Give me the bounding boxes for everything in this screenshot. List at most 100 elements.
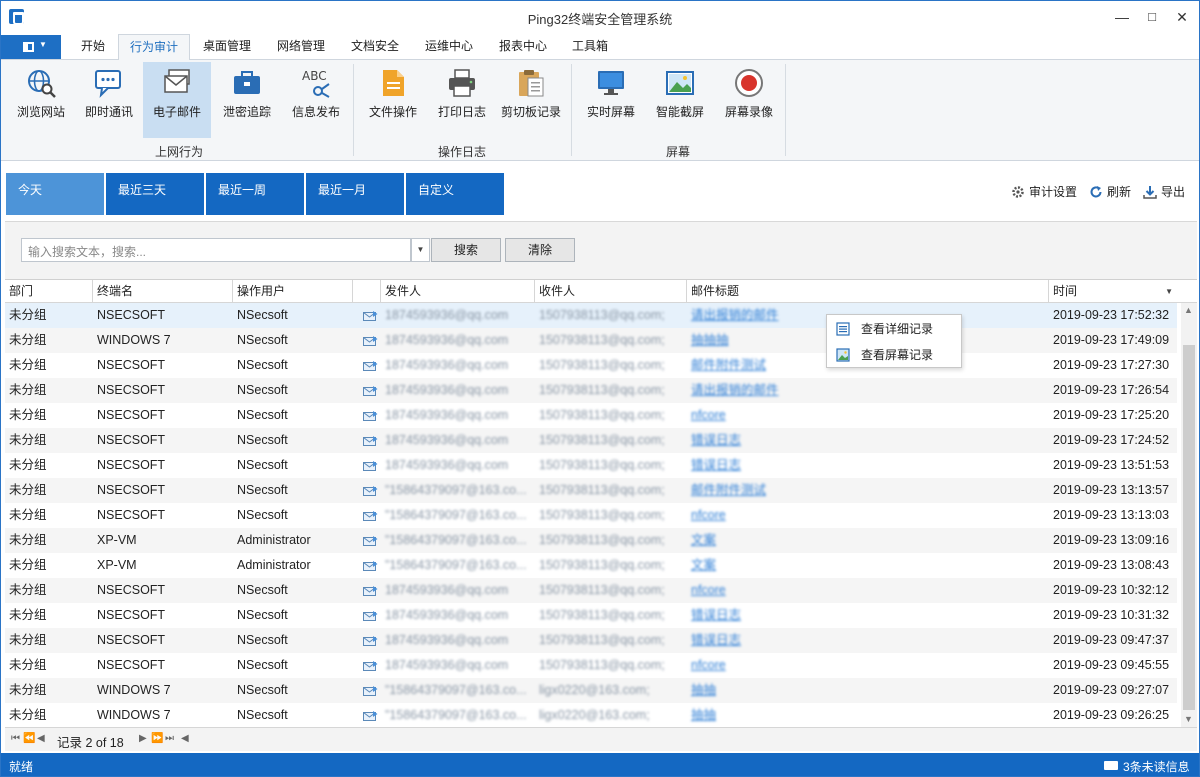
col-time[interactable]: 时间 ▼ xyxy=(1049,280,1181,303)
unread-messages[interactable]: 3条未读信息 xyxy=(1123,758,1190,775)
cell-subject[interactable]: 抽抽 xyxy=(687,678,1049,703)
table-row[interactable]: 未分组 NSECSOFT NSecsoft 1874593936@qq.com 1507… xyxy=(5,578,1177,603)
table-row[interactable]: 未分组 NSECSOFT NSecsoft "15864379097@163.co..… xyxy=(5,503,1177,528)
info-publish-button[interactable]: ABC 信息发布 xyxy=(283,62,349,138)
tab-ops-center[interactable]: 运维中心 xyxy=(413,34,485,60)
col-department[interactable]: 部门 xyxy=(5,280,93,303)
prev-record-icon[interactable]: ◀ xyxy=(37,733,45,744)
cell-subject[interactable]: 请出报销的邮件 xyxy=(687,378,1049,403)
date-tab-week[interactable]: 最近一周 xyxy=(206,173,304,215)
table-row[interactable]: 未分组 NSECSOFT NSecsoft 1874593936@qq.com 1507… xyxy=(5,353,1177,378)
col-icon[interactable] xyxy=(353,280,381,303)
table-row[interactable]: 未分组 WINDOWS 7 NSecsoft 1874593936@qq.com 150… xyxy=(5,328,1177,353)
col-recipient[interactable]: 收件人 xyxy=(535,280,687,303)
next-record-icon[interactable]: ▶ xyxy=(139,733,147,744)
date-tab-month[interactable]: 最近一月 xyxy=(306,173,404,215)
cell-sender: 1874593936@qq.com xyxy=(385,383,509,397)
table-row[interactable]: 未分组 WINDOWS 7 NSecsoft "15864379097@163.co.… xyxy=(5,703,1177,728)
clear-button[interactable]: 清除 xyxy=(505,238,575,262)
cell-subject[interactable]: 文案 xyxy=(687,553,1049,578)
date-tab-3days[interactable]: 最近三天 xyxy=(106,173,204,215)
tab-report-center[interactable]: 报表中心 xyxy=(488,34,558,60)
table-row[interactable]: 未分组 NSECSOFT NSecsoft 1874593936@qq.com 1507… xyxy=(5,378,1177,403)
browse-web-button[interactable]: 浏览网站 xyxy=(9,62,73,138)
vertical-scrollbar[interactable]: ▲ ▼ xyxy=(1181,303,1197,728)
col-subject[interactable]: 邮件标题 xyxy=(687,280,1049,303)
close-icon[interactable]: ✕ xyxy=(1167,6,1197,28)
cell-subject[interactable]: 错误日志 xyxy=(687,453,1049,478)
email-button[interactable]: 电子邮件 xyxy=(143,62,211,138)
prev-page-icon[interactable]: ⏪ xyxy=(23,733,35,744)
cell-subject[interactable]: 错误日志 xyxy=(687,428,1049,453)
cell-subject[interactable]: 文案 xyxy=(687,528,1049,553)
cell-subject[interactable]: nfcore xyxy=(687,403,1049,428)
scroll-up-icon[interactable]: ▲ xyxy=(1184,305,1193,315)
cell-subject[interactable]: 抽抽 xyxy=(687,703,1049,728)
search-input[interactable]: 输入搜索文本，搜索... xyxy=(21,238,411,262)
audit-settings-button[interactable]: 审计设置 xyxy=(1011,183,1077,200)
cell-subject[interactable]: nfcore xyxy=(687,503,1049,528)
table-row[interactable]: 未分组 NSECSOFT NSecsoft 1874593936@qq.com 1507… xyxy=(5,603,1177,628)
context-menu: 查看详细记录 查看屏幕记录 xyxy=(826,314,962,368)
search-button[interactable]: 搜索 xyxy=(431,238,501,262)
minimize-icon[interactable]: — xyxy=(1107,6,1137,28)
first-record-icon[interactable]: ⏮ xyxy=(11,733,20,744)
date-tab-today[interactable]: 今天 xyxy=(6,173,104,215)
refresh-button[interactable]: 刷新 xyxy=(1089,183,1131,200)
col-user[interactable]: 操作用户 xyxy=(233,280,353,303)
cell-subject[interactable]: 错误日志 xyxy=(687,603,1049,628)
ribbon-label: 剪切板记录 xyxy=(500,105,561,119)
file-operation-button[interactable]: 文件操作 xyxy=(361,62,425,138)
clipboard-log-button[interactable]: 剪切板记录 xyxy=(497,62,565,138)
maximize-icon[interactable]: □ xyxy=(1137,6,1167,28)
instant-messaging-button[interactable]: 即时通讯 xyxy=(77,62,141,138)
tab-document-security[interactable]: 文档安全 xyxy=(340,34,410,60)
realtime-screen-button[interactable]: 实时屏幕 xyxy=(579,62,643,138)
tab-toolbox[interactable]: 工具箱 xyxy=(561,34,619,60)
tab-network[interactable]: 网络管理 xyxy=(265,34,337,60)
export-label: 导出 xyxy=(1161,185,1186,199)
tab-start[interactable]: 开始 xyxy=(71,34,115,60)
tab-desktop[interactable]: 桌面管理 xyxy=(192,34,262,60)
smart-screenshot-button[interactable]: 智能截屏 xyxy=(647,62,713,138)
cell-user: NSecsoft xyxy=(237,383,288,397)
table-row[interactable]: 未分组 XP-VM Administrator "15864379097@163.co… xyxy=(5,528,1177,553)
screen-record-button[interactable]: 屏幕录像 xyxy=(717,62,781,138)
table-row[interactable]: 未分组 NSECSOFT NSecsoft 1874593936@qq.com 1507… xyxy=(5,453,1177,478)
print-log-button[interactable]: 打印日志 xyxy=(429,62,495,138)
cell-time: 2019-09-23 10:31:32 xyxy=(1053,608,1170,622)
date-tab-custom[interactable]: 自定义 xyxy=(406,173,504,215)
app-menu-button[interactable]: ▼ xyxy=(1,35,61,59)
cell-subject[interactable]: 错误日志 xyxy=(687,628,1049,653)
app-window: Ping32终端安全管理系统 — □ ✕ ▼ 开始 行为审计 桌面管理 网络管理… xyxy=(0,0,1200,777)
scroll-down-icon[interactable]: ▼ xyxy=(1184,714,1193,724)
next-page-icon[interactable]: ⏩ xyxy=(151,733,163,744)
cell-subject[interactable]: 邮件附件测试 xyxy=(687,478,1049,503)
cell-sender: 1874593936@qq.com xyxy=(385,458,509,472)
cell-subject[interactable]: nfcore xyxy=(687,578,1049,603)
table-row[interactable]: 未分组 XP-VM Administrator "15864379097@163.co… xyxy=(5,553,1177,578)
table-row[interactable]: 未分组 NSECSOFT NSecsoft 1874593936@qq.com 1507… xyxy=(5,428,1177,453)
abc-network-icon: ABC xyxy=(302,69,330,98)
table-row[interactable]: 未分组 WINDOWS 7 NSecsoft "15864379097@163.co.… xyxy=(5,678,1177,703)
leak-tracking-button[interactable]: 泄密追踪 xyxy=(215,62,279,138)
view-detail-record-item[interactable]: 查看详细记录 xyxy=(827,316,961,342)
table-row[interactable]: 未分组 NSECSOFT NSecsoft 1874593936@qq.com 1507… xyxy=(5,653,1177,678)
table-row[interactable]: 未分组 NSECSOFT NSecsoft 1874593936@qq.com 1507… xyxy=(5,403,1177,428)
cell-terminal: NSECSOFT xyxy=(97,408,166,422)
search-dropdown-icon[interactable]: ▼ xyxy=(411,238,430,262)
table-row[interactable]: 未分组 NSECSOFT NSecsoft 1874593936@qq.com 1507… xyxy=(5,628,1177,653)
cell-subject[interactable]: nfcore xyxy=(687,653,1049,678)
table-row[interactable]: 未分组 NSECSOFT NSecsoft "15864379097@163.co..… xyxy=(5,478,1177,503)
tab-behavior-audit[interactable]: 行为审计 xyxy=(118,34,190,61)
export-button[interactable]: 导出 xyxy=(1143,183,1185,200)
table-row[interactable]: 未分组 NSECSOFT NSecsoft 1874593936@qq.com 1507… xyxy=(5,303,1177,328)
scroll-thumb[interactable] xyxy=(1183,345,1195,710)
last-record-icon[interactable]: ⏭ xyxy=(165,733,174,744)
col-sender[interactable]: 发件人 xyxy=(381,280,535,303)
col-terminal[interactable]: 终端名 xyxy=(93,280,233,303)
scroll-left-icon[interactable]: ◀ xyxy=(181,733,189,744)
mail-open-icon xyxy=(363,511,378,521)
view-screen-record-item[interactable]: 查看屏幕记录 xyxy=(827,342,961,368)
cell-dept: 未分组 xyxy=(9,308,47,322)
